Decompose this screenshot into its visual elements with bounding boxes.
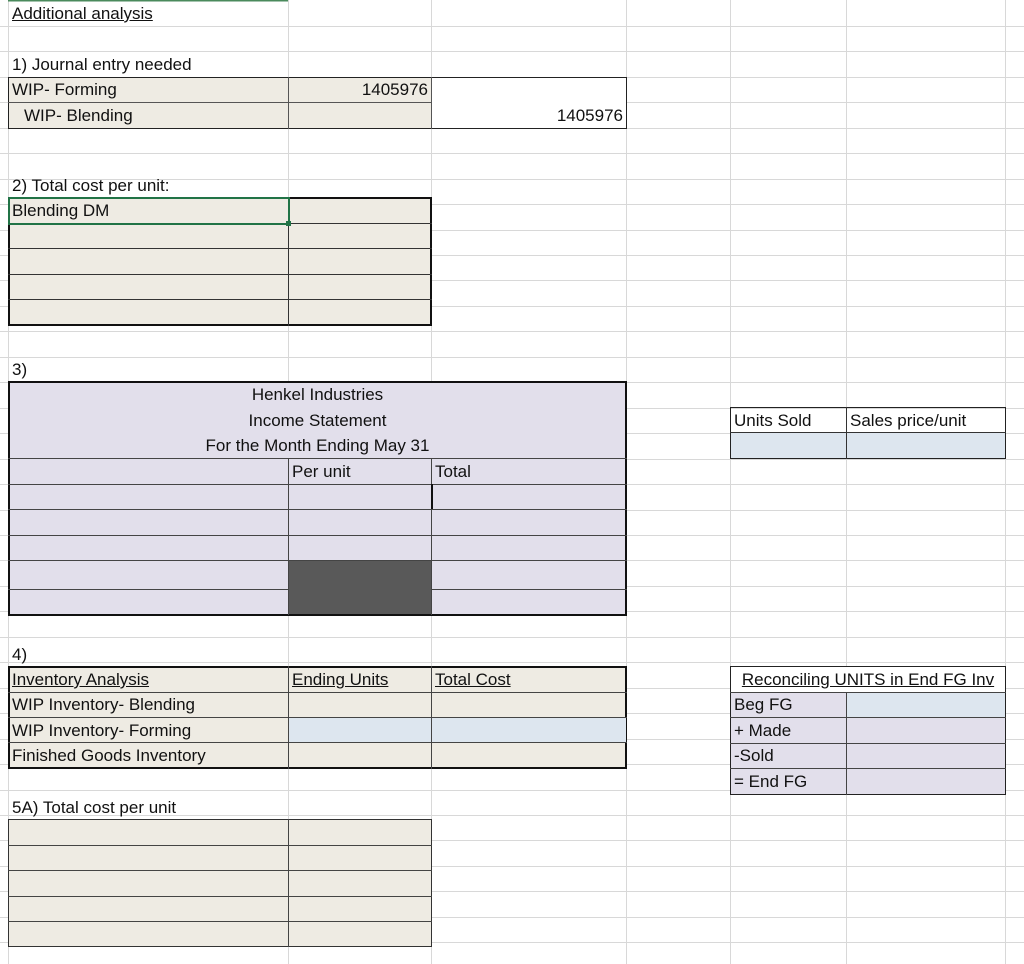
reconcile-values-bg	[847, 717, 1005, 794]
sales-input-row[interactable]	[731, 433, 1005, 458]
row-divider	[8, 458, 627, 459]
col-divider	[431, 77, 432, 129]
statement-name: Income Statement	[248, 411, 387, 430]
row-divider	[8, 845, 432, 846]
q5a-table	[8, 819, 432, 947]
col-divider	[431, 666, 432, 769]
total-cost-header: Total Cost	[435, 670, 511, 689]
debit-account-cell[interactable]: WIP- Forming	[12, 80, 117, 100]
q1-heading: 1) Journal entry needed	[12, 55, 192, 74]
col-divider	[431, 458, 432, 615]
row-divider	[8, 299, 432, 300]
wip-forming-input-row[interactable]	[289, 718, 626, 742]
credit-account-cell[interactable]: WIP- Blending	[24, 106, 133, 126]
q2-heading: 2) Total cost per unit:	[12, 176, 170, 195]
row-divider	[8, 896, 432, 897]
inventory-analysis-title: Inventory Analysis	[12, 670, 150, 689]
sales-price-label: Sales price/unit	[850, 411, 967, 430]
row-divider	[8, 717, 627, 718]
col-divider	[288, 77, 289, 129]
col-divider	[626, 77, 627, 129]
row-divider	[8, 248, 432, 249]
col-divider	[846, 692, 847, 795]
q5a-heading: 5A) Total cost per unit	[12, 798, 177, 817]
q3-heading: 3)	[12, 360, 28, 379]
inventory-row-label[interactable]: WIP Inventory- Blending	[12, 695, 195, 715]
reconcile-row-label: Beg FG	[734, 695, 793, 714]
credit-amount-cell[interactable]: 1405976	[435, 106, 623, 126]
statement-period: For the Month Ending May 31	[205, 436, 430, 455]
q4-heading: 4)	[12, 645, 28, 664]
row-divider	[730, 768, 1006, 769]
ending-units-header: Ending Units	[292, 670, 389, 689]
row-divider	[8, 535, 627, 536]
row-divider	[730, 717, 1006, 718]
cell-cursor	[431, 484, 433, 509]
units-sold-label: Units Sold	[734, 411, 812, 430]
reconcile-row-label: -Sold	[734, 746, 774, 765]
inventory-row-label[interactable]: Finished Goods Inventory	[12, 746, 206, 766]
col-divider	[288, 819, 289, 947]
reconcile-row-label: + Made	[734, 721, 792, 740]
beg-fg-input[interactable]	[847, 692, 1005, 717]
inventory-row-label[interactable]: WIP Inventory- Forming	[12, 721, 191, 741]
row-divider	[8, 921, 432, 922]
blending-dm-cell[interactable]: Blending DM	[12, 201, 109, 221]
row-divider	[8, 484, 627, 485]
row-divider	[8, 274, 432, 275]
row-divider	[8, 692, 627, 693]
reconcile-title: Reconciling UNITS in End FG Inv	[741, 670, 995, 689]
row-divider	[730, 743, 1006, 744]
col-divider	[288, 666, 289, 769]
col-divider	[846, 407, 847, 459]
row-divider	[730, 692, 1006, 693]
debit-amount-cell[interactable]: 1405976	[292, 80, 428, 100]
total-header: Total	[435, 462, 471, 481]
company-name: Henkel Industries	[251, 385, 384, 404]
row-divider	[8, 509, 627, 510]
per-unit-header: Per unit	[292, 462, 351, 481]
row-divider	[8, 742, 627, 743]
row-divider	[8, 870, 432, 871]
reconcile-row-label: = End FG	[734, 772, 808, 791]
shaded-cells	[289, 561, 431, 614]
debit-empty-cell-bg	[431, 78, 626, 102]
sheet-title: Additional analysis	[12, 4, 153, 23]
fill-handle[interactable]	[286, 221, 291, 226]
row-divider	[730, 432, 1006, 433]
